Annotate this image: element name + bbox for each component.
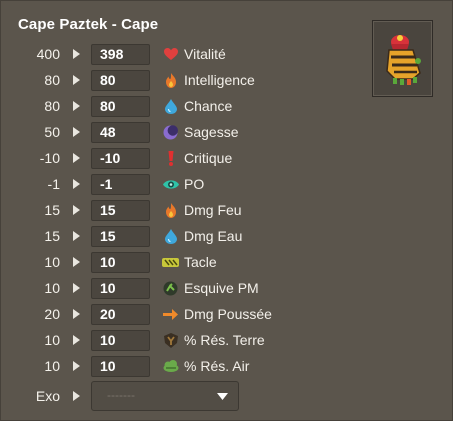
item-stats-panel: Cape Paztek - Cape 400 398 Vitalité 80 80 Int… (0, 0, 453, 421)
stat-label: Dmg Eau (184, 228, 243, 244)
stat-value-input-critique[interactable]: -10 (91, 147, 150, 169)
stat-base-value: 20 (44, 306, 60, 322)
stat-label: Dmg Feu (184, 202, 242, 218)
stat-row: 10 10 Esquive PM (1, 275, 361, 301)
stat-value-input-r-s-air[interactable]: 10 (91, 355, 150, 377)
stat-value-input-vitalit[interactable]: 398 (91, 43, 150, 65)
water-damage-icon (162, 228, 179, 245)
expand-arrow-icon[interactable] (60, 283, 91, 293)
stat-value-input-dmg-pouss-e[interactable]: 20 (91, 303, 150, 325)
stat-value-input-dmg-feu[interactable]: 15 (91, 199, 150, 221)
water-drop-icon (162, 98, 179, 115)
earth-resist-icon (162, 332, 179, 349)
expand-arrow-icon[interactable] (60, 49, 91, 59)
stat-row: 20 20 Dmg Poussée (1, 301, 361, 327)
stat-label: Critique (184, 150, 233, 166)
expand-arrow-icon[interactable] (60, 231, 91, 241)
stat-base-value: 15 (44, 202, 60, 218)
eye-icon (162, 176, 179, 193)
expand-arrow-icon[interactable] (60, 75, 91, 85)
stat-value-input-esquive-pm[interactable]: 10 (91, 277, 150, 299)
stat-base-value: 10 (44, 332, 60, 348)
stat-label: Esquive PM (184, 280, 259, 296)
exo-select-placeholder: ------- (107, 388, 135, 402)
chevron-down-icon (217, 393, 228, 400)
tackle-icon (162, 254, 179, 271)
expand-arrow-icon[interactable] (60, 257, 91, 267)
exo-label: Exo (35, 388, 60, 404)
stat-row: -10 -10 Critique (1, 145, 361, 171)
expand-arrow-icon[interactable] (60, 361, 91, 371)
stat-row: 50 48 Sagesse (1, 119, 361, 145)
cape-paztek-image (386, 35, 421, 85)
item-title: Cape Paztek - Cape (18, 16, 159, 33)
expand-arrow-icon[interactable] (60, 127, 91, 137)
stat-base-value: -10 (39, 150, 60, 166)
stat-base-value: 80 (44, 98, 60, 114)
stat-label: Dmg Poussée (184, 306, 272, 322)
fire-damage-icon (162, 202, 179, 219)
stat-base-value: 10 (44, 280, 60, 296)
stat-value-input-sagesse[interactable]: 48 (91, 121, 150, 143)
stat-base-value: -1 (47, 176, 60, 192)
stat-base-value: 80 (44, 72, 60, 88)
stats-list: 400 398 Vitalité 80 80 Intelligence 80 80 Chance… (1, 41, 361, 379)
moon-icon (162, 124, 179, 141)
stat-base-value: 10 (44, 254, 60, 270)
stat-value-input-r-s-terre[interactable]: 10 (91, 329, 150, 351)
stat-label: Tacle (184, 254, 217, 270)
heart-icon (162, 46, 179, 63)
stat-row: -1 -1 PO (1, 171, 361, 197)
item-image-frame (372, 20, 433, 97)
stat-value-input-chance[interactable]: 80 (91, 95, 150, 117)
stat-row: 10 10 % Rés. Air (1, 353, 361, 379)
stat-label: Intelligence (184, 72, 255, 88)
expand-arrow-icon[interactable] (60, 335, 91, 345)
stat-row: 80 80 Intelligence (1, 67, 361, 93)
expand-arrow-icon[interactable] (60, 205, 91, 215)
stat-label: Vitalité (184, 46, 226, 62)
expand-arrow-icon[interactable] (60, 179, 91, 189)
stat-row: 10 10 % Rés. Terre (1, 327, 361, 353)
stat-label: Sagesse (184, 124, 239, 140)
stat-row: 15 15 Dmg Feu (1, 197, 361, 223)
stat-row: 15 15 Dmg Eau (1, 223, 361, 249)
stat-base-value: 15 (44, 228, 60, 244)
stat-value-input-po[interactable]: -1 (91, 173, 150, 195)
stat-base-value: 10 (44, 358, 60, 374)
fire-icon (162, 72, 179, 89)
stat-row: 400 398 Vitalité (1, 41, 361, 67)
stat-base-value: 400 (36, 46, 60, 62)
air-resist-icon (162, 358, 179, 375)
expand-arrow-icon[interactable] (60, 153, 91, 163)
expand-arrow-icon[interactable] (60, 101, 91, 111)
stat-label: % Rés. Air (184, 358, 250, 374)
stat-value-input-tacle[interactable]: 10 (91, 251, 150, 273)
stat-base-value: 50 (44, 124, 60, 140)
exo-expand-arrow-icon[interactable] (60, 391, 91, 401)
stat-row: 10 10 Tacle (1, 249, 361, 275)
stat-label: Chance (184, 98, 233, 114)
dodge-icon (162, 280, 179, 297)
push-arrow-icon (162, 306, 179, 323)
stat-value-input-dmg-eau[interactable]: 15 (91, 225, 150, 247)
stat-label: % Rés. Terre (184, 332, 265, 348)
exo-row: Exo ------- (1, 381, 239, 411)
exclamation-icon (162, 150, 179, 167)
stat-row: 80 80 Chance (1, 93, 361, 119)
expand-arrow-icon[interactable] (60, 309, 91, 319)
stat-label: PO (184, 176, 205, 192)
stat-value-input-intelligence[interactable]: 80 (91, 69, 150, 91)
exo-select[interactable]: ------- (91, 381, 239, 411)
